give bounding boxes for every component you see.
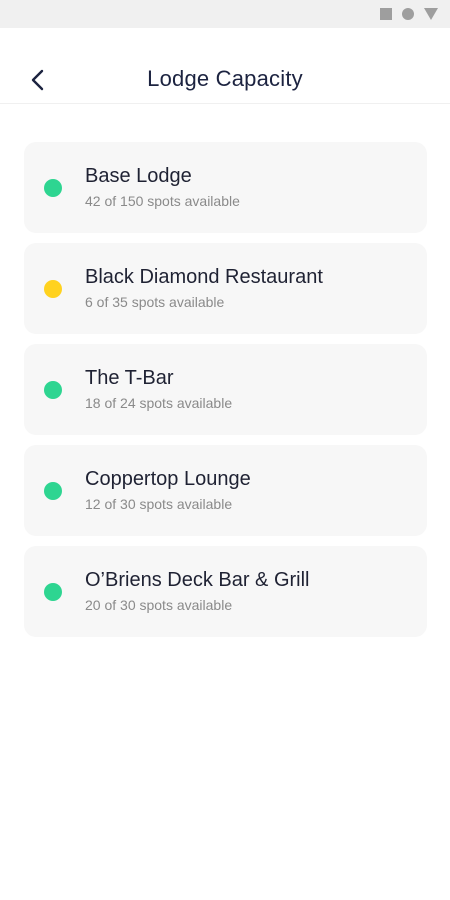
lodge-availability: 42 of 150 spots available	[85, 193, 240, 209]
lodge-card-base-lodge[interactable]: Base Lodge 42 of 150 spots available	[24, 142, 427, 233]
lodge-list: Base Lodge 42 of 150 spots available Bla…	[24, 142, 427, 647]
square-icon	[380, 8, 392, 20]
page-title: Lodge Capacity	[147, 66, 303, 91]
status-bar	[0, 0, 450, 28]
lodge-name: The T-Bar	[85, 367, 174, 389]
app-bar: Lodge Capacity	[0, 28, 450, 104]
lodge-availability: 20 of 30 spots available	[85, 597, 233, 613]
status-dot	[44, 179, 62, 197]
lodge-name: Black Diamond Restaurant	[85, 266, 323, 288]
triangle-icon	[424, 8, 438, 20]
lodge-card-black-diamond-restaurant[interactable]: Black Diamond Restaurant 6 of 35 spots a…	[24, 243, 427, 334]
status-dot	[44, 583, 62, 601]
lodge-availability: 18 of 24 spots available	[85, 395, 233, 411]
lodge-availability: 12 of 30 spots available	[85, 496, 233, 512]
circle-icon	[402, 8, 414, 20]
lodge-name: O’Briens Deck Bar & Grill	[85, 569, 310, 591]
status-dot	[44, 381, 62, 399]
status-icons	[380, 8, 438, 20]
status-dot	[44, 482, 62, 500]
lodge-card-the-t-bar[interactable]: The T-Bar 18 of 24 spots available	[24, 344, 427, 435]
lodge-availability: 6 of 35 spots available	[85, 294, 225, 310]
lodge-card-obriens-deck-bar-grill[interactable]: O’Briens Deck Bar & Grill 20 of 30 spots…	[24, 546, 427, 637]
lodge-name: Base Lodge	[85, 165, 192, 187]
lodge-card-coppertop-lounge[interactable]: Coppertop Lounge 12 of 30 spots availabl…	[24, 445, 427, 536]
status-dot	[44, 280, 62, 298]
lodge-name: Coppertop Lounge	[85, 468, 251, 490]
